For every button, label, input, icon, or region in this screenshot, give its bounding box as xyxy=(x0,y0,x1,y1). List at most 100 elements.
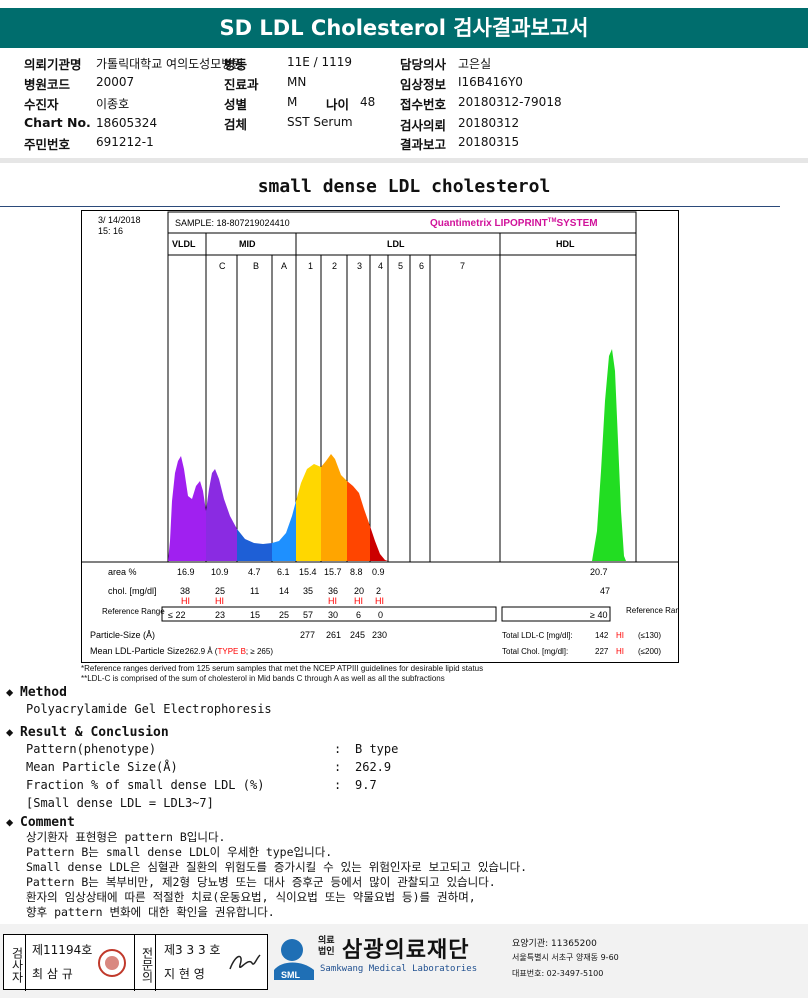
result-sep: : xyxy=(334,778,342,792)
group-hdl: HDL xyxy=(556,239,575,249)
info-label: 검체 xyxy=(224,117,248,132)
area-value: 4.7 xyxy=(248,567,261,577)
specialist-name: 지 현 영 xyxy=(164,967,205,981)
chol-value: 35 xyxy=(303,586,313,596)
info-value: 고은실 xyxy=(458,57,492,71)
row-label-chol: chol. [mg/dl] xyxy=(108,586,157,596)
chol-value: 36 xyxy=(328,586,338,596)
ref-value: 30 xyxy=(328,610,338,620)
band-label: C xyxy=(219,261,226,271)
ref-value: 0 xyxy=(378,610,383,620)
comment-line: 상기환자 표현형은 pattern B입니다. xyxy=(26,830,226,844)
result-section: ◆ Result & Conclusion Pattern(phenotype) … xyxy=(6,725,398,814)
mean-size: 262.9 Å (TYPE B; ≥ 265) xyxy=(185,647,273,656)
seal-core xyxy=(105,956,119,970)
result-value: 262.9 xyxy=(355,760,392,774)
info-label: 수진자 xyxy=(24,97,59,112)
ldl3-peak xyxy=(347,481,370,561)
info-value: 18605324 xyxy=(96,116,158,130)
ref-value: 25 xyxy=(279,610,289,620)
comment-line: Pattern B는 small dense LDL이 우세한 type입니다. xyxy=(26,845,333,859)
info-value: 가톨릭대학교 여의도성모병원 xyxy=(96,57,244,71)
size-value: 230 xyxy=(372,630,387,640)
info-label: 병원코드 xyxy=(24,77,71,92)
footnote: **LDL-C is comprised of the sum of chole… xyxy=(81,674,445,683)
hdl-peak xyxy=(592,349,626,561)
row-label-area: area % xyxy=(108,567,137,577)
result-value: B type xyxy=(355,742,399,756)
info-label: 의뢰기관명 xyxy=(24,57,82,72)
info-label: 성별 xyxy=(224,97,248,112)
comment-lines: 상기환자 표현형은 pattern B입니다. Pattern B는 small… xyxy=(26,830,527,920)
total-ldl-ref: (≤130) xyxy=(638,631,661,640)
lipoprint-chart: 3/ 14/2018 15: 16 SAMPLE: 18-80721902441… xyxy=(81,210,679,663)
logo-circle xyxy=(281,939,303,961)
row-label-size: Particle-Size (Å) xyxy=(90,630,155,640)
total-chol-ref: (≤200) xyxy=(638,647,661,656)
org-phone: 대표번호: 02-3497-5100 xyxy=(512,969,604,978)
info-value: SST Serum xyxy=(287,115,353,129)
mid-a-peak xyxy=(272,501,296,561)
mid-b-peak xyxy=(237,529,272,561)
ref-value: 6 xyxy=(356,610,361,620)
info-value: 20180312-79018 xyxy=(458,95,562,109)
result-note: [Small dense LDL = LDL3~7] xyxy=(26,796,214,810)
ref-value: 23 xyxy=(215,610,225,620)
total-ldl-label: Total LDL-C [mg/dl]: xyxy=(502,631,573,640)
info-label: 담당의사 xyxy=(400,57,447,72)
ref-value: 15 xyxy=(250,610,260,620)
area-values: 16.9 10.9 4.7 6.1 15.4 15.7 8.8 0.9 20.7 xyxy=(177,567,608,577)
org-prefix: 의료 법인 xyxy=(318,936,335,958)
chol-value: 20 xyxy=(354,586,364,596)
chart-time: 15: 16 xyxy=(98,226,123,236)
info-value: M xyxy=(287,95,298,109)
info-value: MN xyxy=(287,75,307,89)
group-mid: MID xyxy=(239,239,256,249)
org-english: Samkwang Medical Laboratories xyxy=(320,964,478,974)
area-value: 16.9 xyxy=(177,567,195,577)
method-text: Polyacrylamide Gel Electrophoresis xyxy=(26,702,272,716)
signature-box: 검사자 제11194호 최 삼 규 전문의 제3 3 3 호 지 현 영 xyxy=(3,934,268,991)
org-code: 요양기관: 11365200 xyxy=(512,939,597,949)
comment-line: Small dense LDL은 심혈관 질환의 위험도를 증가시킬 수 있는 … xyxy=(26,860,528,874)
specialist-label: 전문의 xyxy=(134,935,156,991)
diamond-icon: ◆ xyxy=(6,815,14,829)
row-label-ref: Reference Range xyxy=(102,607,165,616)
chart-system-suffix: SYSTEM xyxy=(556,218,597,229)
info-value: 20180315 xyxy=(458,135,520,149)
info-label: 진료과 xyxy=(224,77,259,92)
ref-right-label: Reference Range xyxy=(626,606,678,615)
hi-flag: HI xyxy=(181,596,190,606)
chart-date: 3/ 14/2018 xyxy=(98,215,141,225)
band-label: A xyxy=(281,261,287,271)
specialist-no: 제3 3 3 호 xyxy=(164,943,221,957)
chart-subtitle: small dense LDL cholesterol xyxy=(257,176,551,197)
comment-line: 향후 pattern 변화에 대한 확인을 권유합니다. xyxy=(26,905,275,919)
size-values: 277 261 245 230 xyxy=(300,630,387,640)
chart-system-tm: TM xyxy=(548,218,557,224)
area-value: 8.8 xyxy=(350,567,363,577)
chart-footnotes: *Reference ranges derived from 125 serum… xyxy=(81,664,681,684)
area-value: 15.4 xyxy=(299,567,317,577)
info-label: 검사의뢰 xyxy=(400,118,447,133)
examiner-name: 최 삼 규 xyxy=(32,967,73,981)
chol-value: 14 xyxy=(279,586,289,596)
info-value: 이종호 xyxy=(96,97,130,111)
area-value: 0.9 xyxy=(372,567,385,577)
comment-line: 환자의 임상상태에 따른 적절한 치료(운동요법, 식이요법 또는 약물요법 등… xyxy=(26,890,476,904)
hi-flags: HI HI HI HI HI xyxy=(181,596,384,606)
info-label: 주민번호 xyxy=(24,137,71,152)
total-chol-label: Total Chol. [mg/dl]: xyxy=(502,647,568,656)
footnote: *Reference ranges derived from 125 serum… xyxy=(81,664,484,673)
logo-text: SML xyxy=(281,970,301,980)
ldl2-peak xyxy=(321,454,347,561)
section-rule xyxy=(0,206,780,207)
total-ldl: Total LDL-C [mg/dl]: 142 HI (≤130) xyxy=(502,631,661,640)
report-title: SD LDL Cholesterol 검사결과보고서 xyxy=(0,8,808,48)
group-ldl: LDL xyxy=(387,239,405,249)
chart-system: Quantimetrix LIPOPRINTTMSYSTEM xyxy=(430,218,598,229)
mid-c-peak xyxy=(206,469,237,561)
info-label: 나이 xyxy=(326,97,350,112)
result-head: Result & Conclusion xyxy=(20,725,169,740)
size-value: 245 xyxy=(350,630,365,640)
